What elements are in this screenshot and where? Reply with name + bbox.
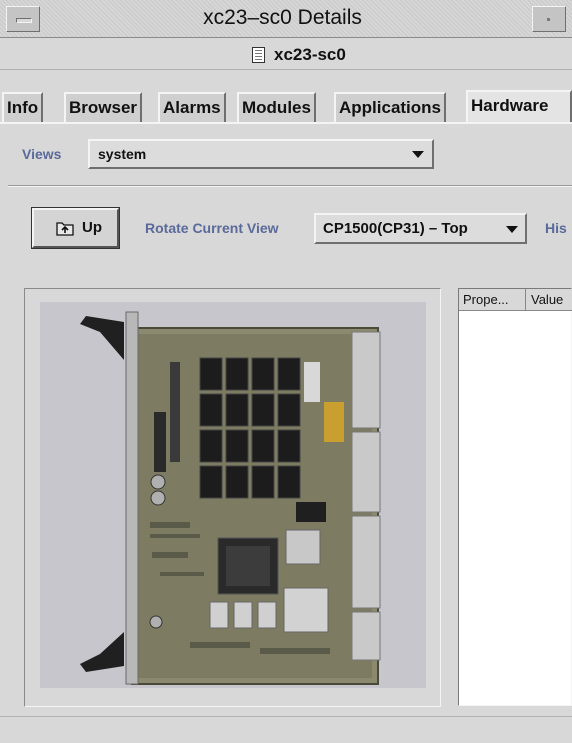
chevron-down-icon — [506, 226, 518, 233]
tab-info[interactable]: Info — [2, 92, 44, 122]
separator — [8, 185, 572, 187]
rotate-view-selected-value: CP1500(CP31) – Top — [323, 220, 468, 237]
table-header: Prope... Value — [459, 289, 572, 311]
window-minimize-button[interactable] — [532, 6, 566, 32]
tab-hardware[interactable]: Hardware — [466, 90, 572, 124]
history-label: His — [545, 220, 567, 236]
property-table[interactable]: Prope... Value — [458, 288, 572, 706]
up-button-label: Up — [82, 219, 102, 236]
column-header-property[interactable]: Prope... — [459, 289, 526, 311]
circuit-board-image — [80, 311, 381, 685]
chevron-down-icon — [412, 151, 424, 158]
views-label: Views — [22, 146, 62, 162]
tab-divider — [0, 122, 572, 124]
tab-browser[interactable]: Browser — [64, 92, 143, 122]
tab-modules[interactable]: Modules — [237, 92, 316, 122]
window-title: xc23–sc0 Details — [203, 6, 362, 29]
status-bar — [0, 716, 572, 743]
rotate-view-dropdown[interactable]: CP1500(CP31) – Top — [314, 213, 527, 244]
rotate-view-label: Rotate Current View — [145, 220, 279, 236]
hardware-image[interactable] — [40, 302, 426, 688]
column-header-value[interactable]: Value — [527, 289, 572, 311]
tab-applications[interactable]: Applications — [334, 92, 447, 122]
tab-alarms[interactable]: Alarms — [158, 92, 226, 122]
views-selected-value: system — [98, 146, 147, 162]
folder-up-icon — [56, 222, 74, 236]
up-button[interactable]: Up — [31, 207, 120, 249]
server-icon — [252, 47, 265, 63]
host-name: xc23-sc0 — [274, 45, 346, 64]
views-dropdown[interactable]: system — [88, 139, 434, 169]
window-menu-button[interactable] — [6, 6, 40, 32]
